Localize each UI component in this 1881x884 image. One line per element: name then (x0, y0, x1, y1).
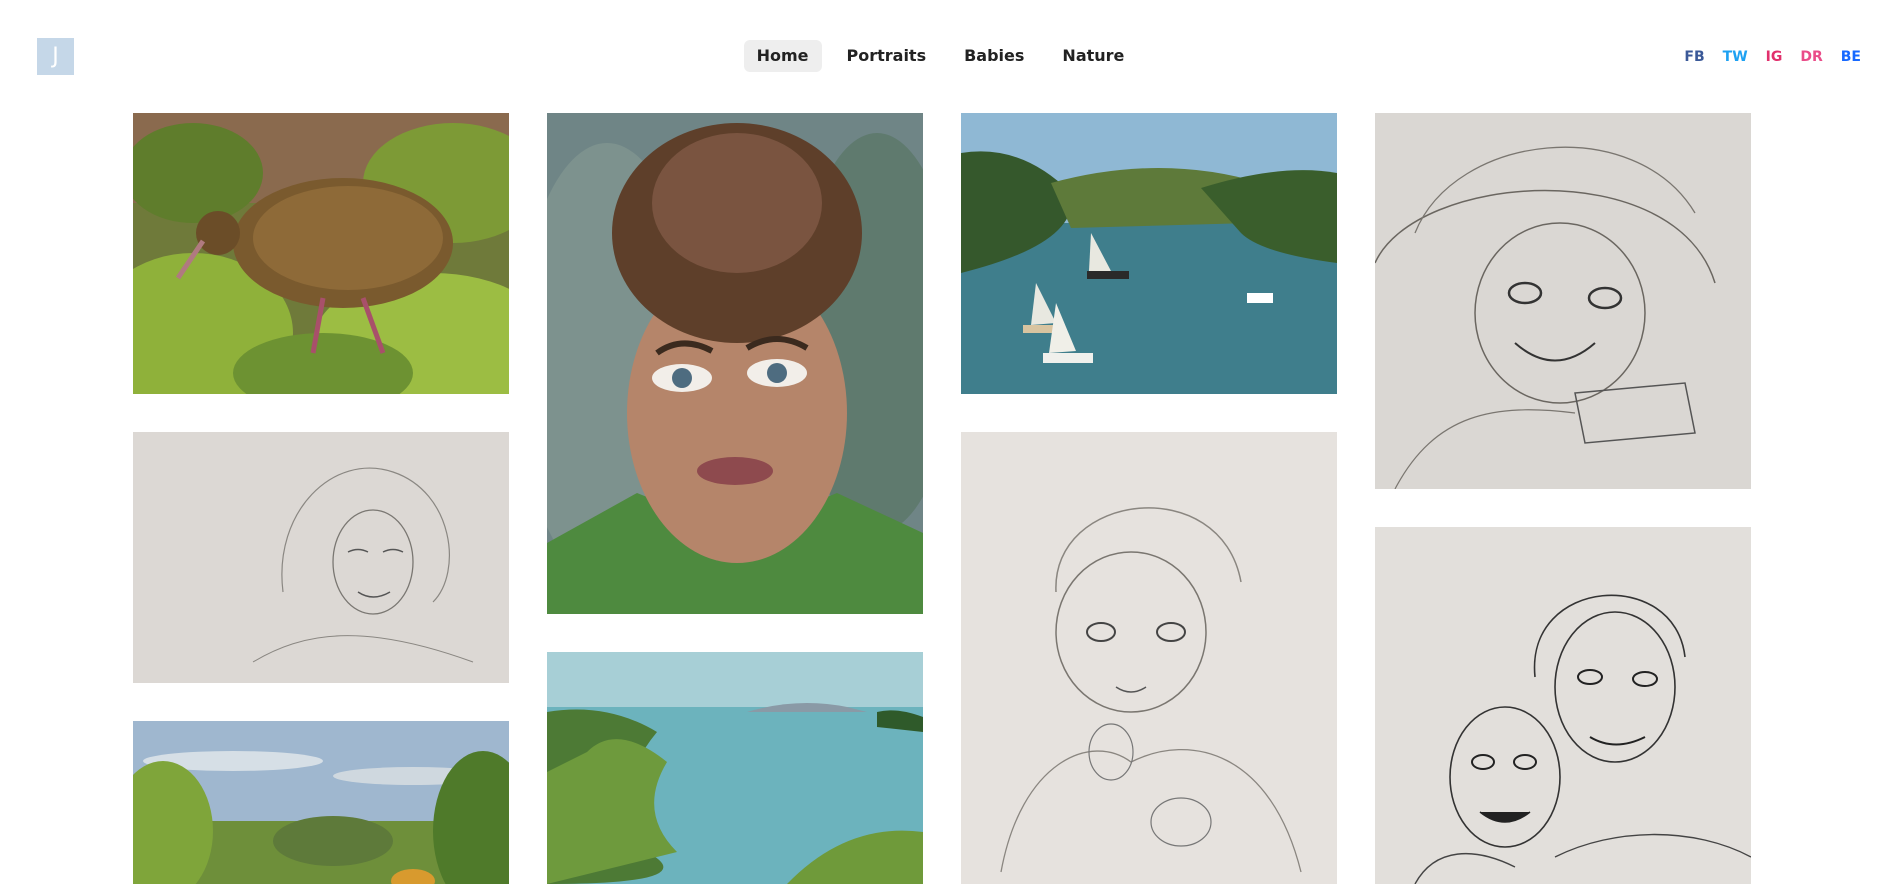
child-with-hat-image (1375, 113, 1751, 489)
artwork-two-women-sketch[interactable] (1375, 527, 1751, 884)
artwork-coastal-bay[interactable] (547, 652, 923, 884)
artwork-kiwi-bird[interactable] (133, 113, 509, 394)
artwork-baby-sketch[interactable] (961, 432, 1337, 884)
woman-portrait-image (547, 113, 923, 614)
two-women-sketch-image (1375, 527, 1751, 884)
artwork-gallery (0, 0, 1881, 884)
kiwi-bird-image (133, 113, 509, 394)
baby-sketch-image (961, 432, 1337, 884)
countryside-image (133, 721, 509, 884)
artwork-woman-sketch[interactable] (133, 432, 509, 683)
artwork-countryside[interactable] (133, 721, 509, 884)
woman-sketch-image (133, 432, 509, 683)
artwork-child-with-hat[interactable] (1375, 113, 1751, 489)
artwork-woman-portrait[interactable] (547, 113, 923, 614)
harbour-sailboats-image (961, 113, 1337, 394)
coastal-bay-image (547, 652, 923, 884)
artwork-harbour-sailboats[interactable] (961, 113, 1337, 394)
